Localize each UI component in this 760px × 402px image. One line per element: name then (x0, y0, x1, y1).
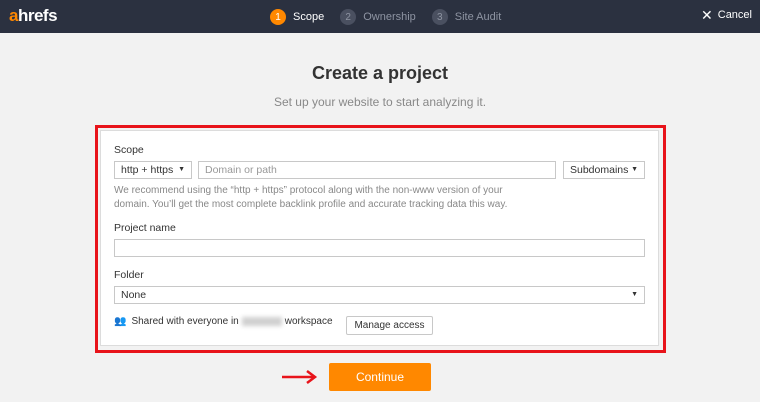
project-name-input[interactable] (114, 239, 645, 257)
step-ownership: 2 Ownership (340, 9, 416, 25)
manage-access-button[interactable]: Manage access (346, 316, 433, 335)
cancel-label: Cancel (717, 9, 752, 21)
subdomains-select[interactable]: Subdomains ▼ (563, 161, 645, 179)
protocol-hint-line-2: domain. You’ll get the most complete bac… (114, 199, 508, 210)
step-number: 2 (340, 9, 357, 25)
folder-select[interactable]: None ▼ (114, 286, 645, 304)
arrow-right-icon (282, 370, 318, 384)
caret-down-icon: ▼ (631, 166, 638, 173)
top-bar: ahrefs 1 Scope 2 Ownership 3 Site Audit … (0, 0, 760, 33)
workspace-name-redacted (241, 317, 282, 326)
caret-down-icon: ▼ (178, 166, 185, 173)
folder-label: Folder (114, 269, 144, 281)
shared-prefix: Shared with everyone in (131, 316, 239, 327)
cancel-button[interactable]: ✕ Cancel (701, 7, 752, 23)
step-scope: 1 Scope (270, 9, 324, 25)
step-label: Ownership (363, 11, 416, 23)
page-title: Create a project (311, 63, 449, 83)
wizard-steps: 1 Scope 2 Ownership 3 Site Audit (270, 8, 517, 26)
project-name-label: Project name (114, 222, 176, 234)
scope-label: Scope (114, 144, 144, 156)
step-number: 1 (270, 9, 286, 25)
caret-down-icon: ▼ (631, 291, 638, 298)
step-label: Scope (293, 11, 325, 23)
domain-placeholder: Domain or path (205, 164, 277, 176)
step-number: 3 (431, 9, 448, 25)
continue-button[interactable]: Continue (329, 363, 431, 391)
ahrefs-logo[interactable]: ahrefs (9, 6, 58, 26)
users-icon: 👥 (114, 316, 127, 327)
step-label: Site Audit (454, 11, 502, 23)
protocol-select[interactable]: http + https ▼ (114, 161, 192, 179)
shared-info: 👥 Shared with everyone in workspace (114, 316, 333, 327)
protocol-value: http + https (121, 164, 174, 176)
step-site-audit: 3 Site Audit (431, 9, 502, 25)
shared-suffix: workspace (284, 316, 333, 327)
close-icon: ✕ (701, 7, 713, 23)
protocol-hint-line-1: We recommend using the “http + https” pr… (114, 185, 503, 196)
mode-value: Subdomains (570, 164, 629, 176)
folder-value: None (121, 289, 147, 301)
domain-input[interactable]: Domain or path (198, 161, 556, 179)
page-subtitle: Set up your website to start analyzing i… (273, 95, 487, 109)
